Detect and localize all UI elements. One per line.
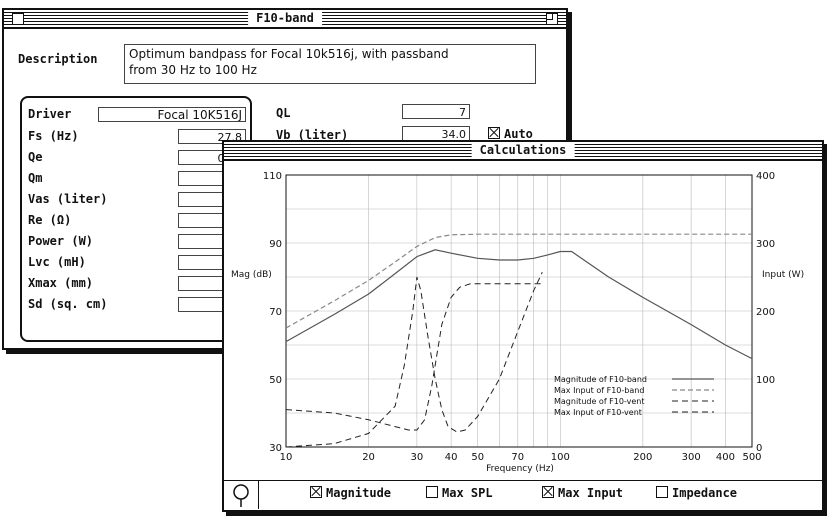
description-line-1: Optimum bandpass for Focal 10k516j, with… (129, 47, 449, 61)
max-spl-check-icon (426, 486, 438, 498)
y2-tick-label: 400 (756, 171, 775, 182)
param-label-power: Power (W) (28, 234, 94, 248)
driver-label: Driver (28, 107, 72, 121)
y-tick-label: 70 (269, 307, 282, 318)
close-box-icon[interactable] (12, 13, 24, 25)
param-label-vas: Vas (liter) (28, 192, 108, 206)
series-layer (285, 233, 753, 448)
param-label-lvc: Lvc (mH) (28, 255, 86, 269)
y2-tick-label: 300 (756, 239, 775, 250)
magnifier-icon (233, 484, 249, 507)
param-label-sd: Sd (sq. cm) (28, 297, 108, 311)
calc-window-title: Calculations (471, 143, 575, 158)
y-tick-label: 30 (269, 443, 282, 454)
y-axis-label: Mag (dB) (231, 270, 272, 280)
description-label: Description (18, 52, 98, 66)
magnitude-check-icon (310, 486, 322, 498)
auto-label: Auto (504, 127, 533, 141)
magnitude-label: Magnitude (326, 486, 392, 500)
y2-tick-label: 0 (756, 443, 762, 454)
band-window-title: F10-band (248, 11, 322, 26)
magnitude-checkbox[interactable]: Magnitude (310, 486, 391, 500)
series-line-3 (285, 271, 543, 448)
series-line-0 (285, 249, 753, 360)
chart-grid (286, 175, 752, 447)
driver-params-panel: Driver Focal 10K516J Fs (Hz) 27.8 Qe 0.3… (20, 96, 252, 342)
max-input-check-icon (542, 486, 554, 498)
x-tick-label: 20 (362, 452, 375, 463)
band-title-bar[interactable]: F10-band (4, 10, 566, 29)
calculations-window: Calculations 10 20 30 40 50 70 100 200 300 400 500… (222, 140, 824, 512)
y-tick-label: 90 (269, 239, 282, 250)
zoom-box-icon[interactable] (546, 13, 558, 25)
y2-tick-label: 100 (756, 375, 775, 386)
description-line-2: from 30 Hz to 100 Hz (129, 63, 257, 77)
impedance-check-icon (656, 486, 668, 498)
param-label-qm: Qm (28, 171, 43, 185)
legend-label-0: Magnitude of F10-band (554, 375, 647, 384)
x-tick-label: 50 (471, 452, 484, 463)
param-label-xmax: Xmax (mm) (28, 276, 94, 290)
impedance-label: Impedance (672, 486, 738, 500)
x-tick-label: 200 (633, 452, 652, 463)
auto-check-icon (488, 127, 500, 139)
ql-label: QL (276, 106, 291, 120)
calc-title-bar[interactable]: Calculations (224, 142, 822, 161)
x-tick-label: 40 (445, 452, 458, 463)
x-tick-label: 400 (716, 452, 735, 463)
description-field[interactable]: Optimum bandpass for Focal 10k516j, with… (124, 44, 536, 84)
series-line-1 (285, 233, 752, 329)
x-tick-label: 70 (511, 452, 524, 463)
magnifier-tool[interactable] (224, 481, 259, 509)
x-axis-label: Frequency (Hz) (486, 464, 554, 474)
chart-legend: Magnitude of F10-band Max Input of F10-ba… (554, 375, 714, 417)
max-input-label: Max Input (558, 486, 624, 500)
y-tick-label: 50 (269, 375, 282, 386)
legend-label-1: Max Input of F10-band (554, 386, 644, 395)
impedance-checkbox[interactable]: Impedance (656, 486, 737, 500)
max-spl-label: Max SPL (442, 486, 493, 500)
param-label-fs: Fs (Hz) (28, 129, 79, 143)
driver-field[interactable]: Focal 10K516J (98, 107, 246, 122)
legend-label-2: Magnitude of F10-vent (554, 397, 645, 406)
x-tick-label: 300 (682, 452, 701, 463)
vb-field[interactable]: 34.0 (402, 126, 470, 141)
auto-checkbox[interactable]: Auto (488, 127, 533, 141)
param-label-qe: Qe (28, 150, 43, 164)
x-tick-label: 30 (410, 452, 423, 463)
y2-axis-label: Input (W) (762, 270, 804, 280)
tick-layer: 10 20 30 40 50 70 100 200 300 400 5003050709011001… (263, 171, 775, 463)
max-spl-checkbox[interactable]: Max SPL (426, 486, 493, 500)
param-label-re: Re (Ω) (28, 213, 72, 227)
x-tick-label: 100 (551, 452, 570, 463)
ql-field[interactable]: 7 (402, 104, 470, 119)
calc-bottom-bar: Magnitude Max SPL Max Input Impedance (224, 480, 822, 509)
y-tick-label: 110 (263, 171, 282, 182)
legend-label-3: Max Input of F10-vent (554, 408, 642, 417)
frequency-response-chart: 10 20 30 40 50 70 100 200 300 400 5003050709011001… (231, 171, 804, 474)
max-input-checkbox[interactable]: Max Input (542, 486, 623, 500)
y2-tick-label: 200 (756, 307, 775, 318)
